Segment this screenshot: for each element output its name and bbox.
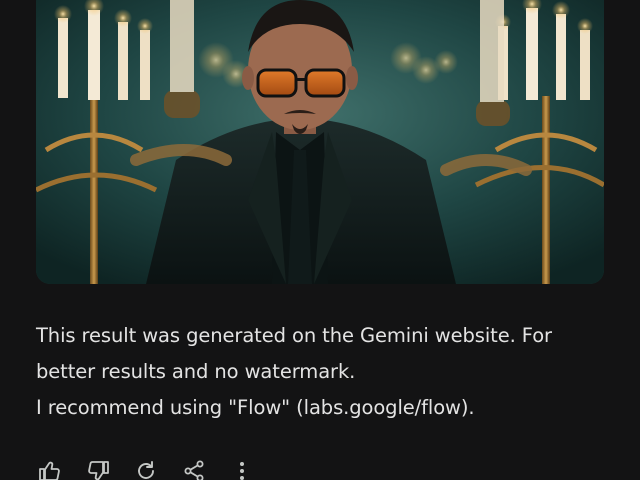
more-options-button[interactable] (228, 457, 256, 480)
more-vert-icon (240, 462, 244, 480)
chat-response-page: This result was generated on the Gemini … (0, 0, 640, 480)
share-button[interactable] (180, 457, 208, 480)
response-actions (36, 456, 276, 480)
thumbs-down-button[interactable] (84, 457, 112, 480)
thumbs-down-icon (88, 461, 109, 480)
response-line: This result was generated on the Gemini … (36, 324, 552, 347)
response-line: better results and no watermark. (36, 360, 356, 383)
thumbs-up-icon (39, 461, 60, 480)
generated-image-art (36, 0, 604, 284)
redo-icon (138, 461, 154, 479)
generated-image[interactable] (36, 0, 604, 284)
response-text: This result was generated on the Gemini … (36, 318, 616, 426)
thumbs-up-button[interactable] (36, 457, 64, 480)
share-icon (184, 460, 204, 480)
redo-button[interactable] (132, 457, 160, 480)
response-line: I recommend using "Flow" (labs.google/fl… (36, 396, 475, 419)
